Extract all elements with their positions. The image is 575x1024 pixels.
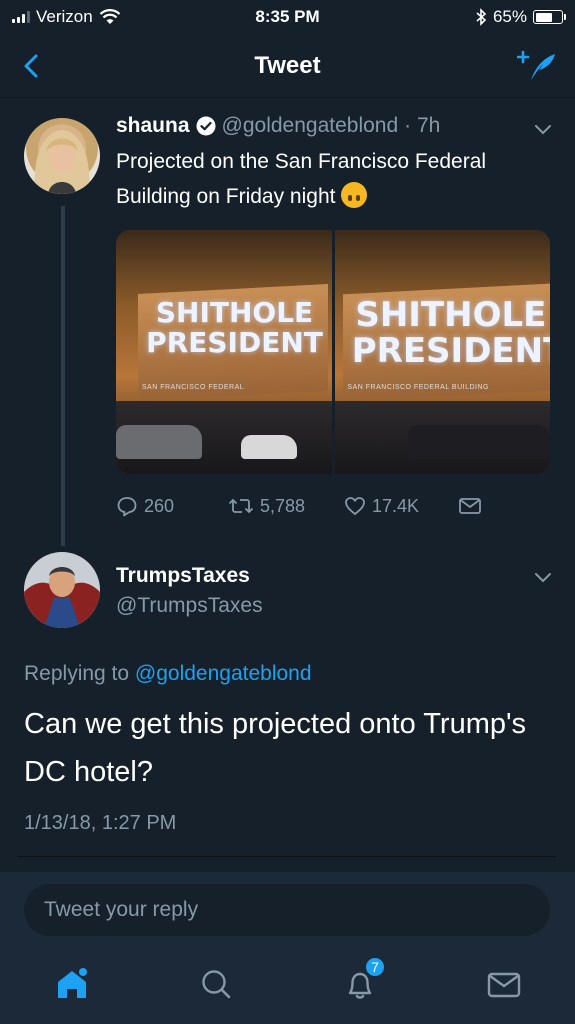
nav-bar: Tweet	[0, 34, 575, 98]
home-icon	[58, 968, 87, 998]
direct-message-action[interactable]	[458, 495, 482, 517]
clock: 8:35 PM	[255, 7, 320, 26]
reply-chevron-down-icon[interactable]	[533, 570, 553, 584]
back-chevron-icon[interactable]	[18, 50, 46, 82]
projection-text-left: SHITHOLE PRESIDENT	[146, 296, 323, 359]
reply-icon	[117, 497, 137, 517]
reply-text: Can we get this projected onto Trump's D…	[24, 708, 527, 788]
divider	[18, 856, 556, 857]
like-action[interactable]: 17.4K	[344, 495, 419, 517]
status-right: 65%	[475, 7, 566, 27]
tweet-header: shauna @goldengateblond · 7h	[116, 114, 440, 138]
author-handle[interactable]: @goldengateblond	[222, 114, 399, 138]
like-count: 17.4K	[372, 495, 420, 516]
carrier-label: Verizon	[36, 7, 93, 26]
reply-input[interactable]	[24, 884, 550, 936]
page-title: Tweet	[254, 51, 321, 79]
retweet-count: 5,788	[260, 495, 306, 516]
envelope-icon	[459, 498, 481, 514]
reply-action[interactable]: 260	[116, 495, 174, 517]
avatar[interactable]	[24, 118, 100, 194]
building-caption-left: SAN FRANCISCO FEDERAL	[141, 383, 245, 391]
upside-down-face-emoji-icon	[341, 182, 368, 208]
media-image-right[interactable]: SHITHOLE PRESIDENT SAN FRANCISCO FEDERAL…	[334, 230, 550, 474]
signal-icon	[12, 11, 30, 23]
tweet-actions: 260 5,788 17.4K	[116, 492, 556, 520]
heart-icon	[345, 497, 365, 515]
status-left: Verizon	[12, 7, 121, 27]
replying-to-line: Replying to @goldengateblond	[24, 662, 312, 686]
chevron-down-icon[interactable]	[533, 122, 553, 136]
thread-connector-line	[61, 206, 65, 546]
verified-badge-icon	[196, 116, 216, 136]
building-caption-right: SAN FRANCISCO FEDERAL BUILDING	[347, 383, 489, 391]
reply-author-handle[interactable]: @TrumpsTaxes	[116, 594, 263, 618]
replying-to-link[interactable]: @goldengateblond	[135, 662, 312, 685]
avatar-portrait	[34, 132, 90, 194]
media-image-left[interactable]: SHITHOLE PRESIDENT SAN FRANCISCO FEDERAL	[116, 230, 332, 474]
tweet-body: Projected on the San Francisco Federal B…	[116, 150, 487, 208]
reply-avatar-portrait	[24, 552, 100, 628]
bluetooth-icon	[476, 8, 487, 26]
replying-prefix: Replying to	[24, 662, 135, 685]
tweet-age: · 7h	[404, 114, 441, 137]
reply-count: 260	[144, 495, 175, 516]
tab-search[interactable]	[196, 964, 236, 1004]
reply-avatar[interactable]	[24, 552, 100, 628]
retweet-action[interactable]: 5,788	[228, 495, 305, 517]
reply-author-name[interactable]: TrumpsTaxes	[116, 564, 250, 588]
notifications-badge: 7	[364, 956, 386, 978]
battery-percent: 65%	[492, 7, 527, 26]
battery-icon	[533, 10, 566, 24]
compose-tweet-icon[interactable]	[517, 48, 557, 84]
reply-timestamp: 1/13/18, 1:27 PM	[24, 812, 177, 834]
wifi-icon	[99, 9, 120, 24]
tab-notifications[interactable]: 7	[340, 956, 386, 1004]
tweet-text: Projected on the San Francisco Federal B…	[116, 144, 556, 214]
tab-messages[interactable]	[484, 964, 524, 1004]
projection-text-right: SHITHOLE PRESIDENT	[351, 295, 550, 371]
tweet-media[interactable]: SHITHOLE PRESIDENT SAN FRANCISCO FEDERAL…	[116, 230, 550, 474]
tab-home[interactable]	[52, 964, 92, 1004]
search-icon	[202, 970, 231, 999]
envelope-icon	[487, 972, 521, 998]
status-bar: Verizon 8:35 PM 65%	[0, 0, 575, 34]
tab-bar: 7	[0, 946, 575, 1024]
retweet-icon	[228, 498, 254, 514]
author-name[interactable]: shauna	[116, 114, 190, 138]
